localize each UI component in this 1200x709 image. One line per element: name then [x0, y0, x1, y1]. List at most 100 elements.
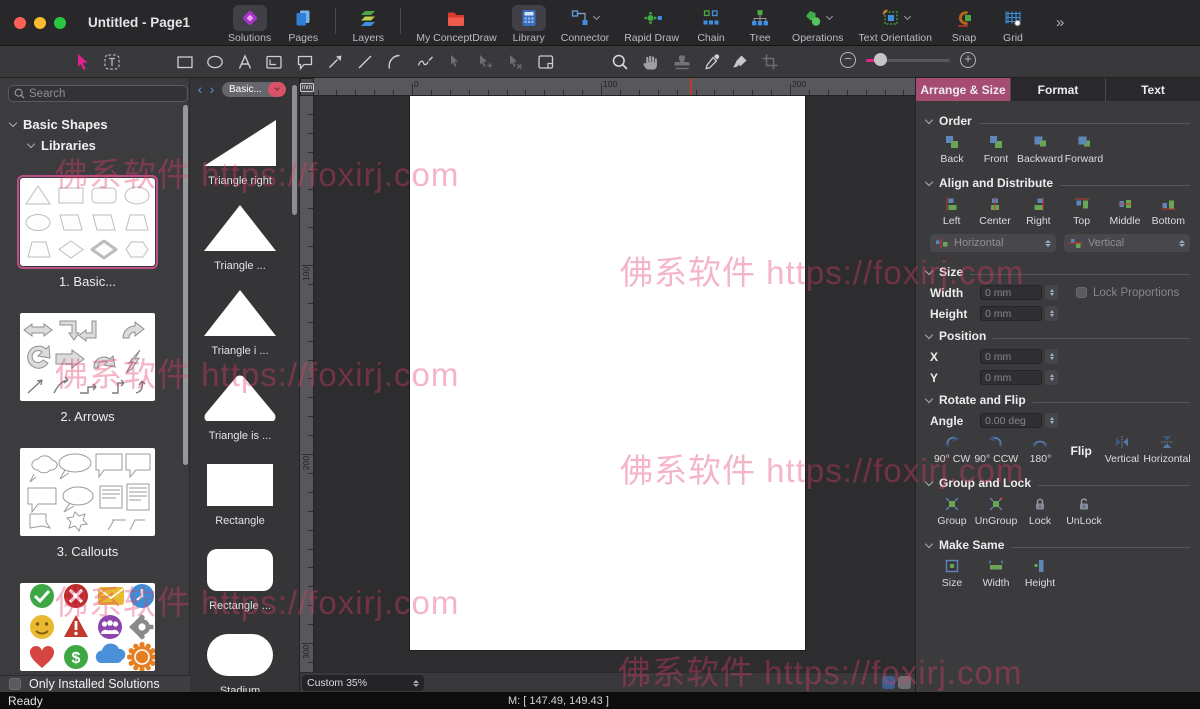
- sidebar-item-libraries[interactable]: Libraries: [28, 138, 96, 153]
- ruler-unit-box[interactable]: mm: [300, 78, 314, 96]
- center-button[interactable]: Center: [973, 196, 1016, 227]
- navigator-button[interactable]: [882, 676, 895, 689]
- vertical-dropdown[interactable]: Vertical: [1064, 234, 1190, 252]
- toolbar-item-tree[interactable]: Tree: [743, 3, 777, 44]
- tool-rectangle[interactable]: [173, 51, 197, 73]
- width-button[interactable]: Width: [974, 558, 1018, 589]
- bottom-button[interactable]: Bottom: [1147, 196, 1190, 227]
- section-header-order[interactable]: Order: [926, 111, 1190, 131]
- document-page[interactable]: [410, 96, 805, 650]
- ungroup-button[interactable]: UnGroup: [974, 496, 1018, 527]
- toolbar-item-library[interactable]: Library: [512, 3, 546, 44]
- library-item-2-arrows[interactable]: 2. Arrows: [20, 313, 155, 424]
- toolbar-item-pages[interactable]: Pages: [286, 3, 320, 44]
- toolbar-item-my-conceptdraw[interactable]: My ConceptDraw: [416, 3, 497, 44]
- toolbar-item-rapid-draw[interactable]: Rapid Draw: [624, 3, 679, 44]
- sidebar-item-basic-shapes[interactable]: Basic Shapes: [10, 117, 108, 132]
- section-header-rotate-and-flip[interactable]: Rotate and Flip: [926, 390, 1190, 410]
- unlock-button[interactable]: UnLock: [1062, 496, 1106, 527]
- library-next-button[interactable]: ›: [206, 82, 218, 96]
- angle-input[interactable]: 0.00 deg: [980, 413, 1042, 428]
- toolbar-item-operations[interactable]: Operations: [792, 3, 843, 44]
- stepper-control[interactable]: [1045, 370, 1058, 385]
- toolbar-item-solutions[interactable]: Solutions: [228, 3, 271, 44]
- 90-ccw-button[interactable]: 90° CCW: [974, 434, 1018, 465]
- 90-cw-button[interactable]: 90° CW: [930, 434, 974, 465]
- tool-format-brush[interactable]: [728, 51, 752, 73]
- zoom-slider[interactable]: [866, 59, 950, 62]
- zoom-out-button[interactable]: −: [840, 52, 856, 68]
- library-selector[interactable]: Basic...: [222, 82, 286, 97]
- x-input[interactable]: 0 mm: [980, 349, 1042, 364]
- tool-text[interactable]: [233, 51, 257, 73]
- toolbar-item-grid[interactable]: Grid: [996, 3, 1030, 44]
- tool-node-add[interactable]: [443, 51, 467, 73]
- back-button[interactable]: Back: [930, 134, 974, 165]
- horizontal-dropdown[interactable]: Horizontal: [930, 234, 1056, 252]
- toolbar-item-chain[interactable]: Chain: [694, 3, 728, 44]
- horizontal-button[interactable]: Horizontal: [1144, 434, 1190, 465]
- tool-crop[interactable]: [758, 51, 782, 73]
- shape-item-stadium[interactable]: Stadium: [190, 616, 290, 701]
- vertical-button[interactable]: Vertical: [1100, 434, 1144, 465]
- group-button[interactable]: Group: [930, 496, 974, 527]
- search-input[interactable]: [29, 88, 183, 100]
- zoom-in-button[interactable]: +: [960, 52, 976, 68]
- toolbar-item-text-orientation[interactable]: Text Orientation: [858, 3, 932, 44]
- shapes-scrollbar[interactable]: [292, 85, 297, 215]
- toolbar-item-connector[interactable]: Connector: [561, 3, 609, 44]
- tool-shape-tool[interactable]: [534, 51, 558, 73]
- shape-item-triangle-right[interactable]: Triangle right: [190, 106, 290, 191]
- minimize-window-button[interactable]: [34, 17, 46, 29]
- tab-text[interactable]: Text: [1106, 78, 1200, 101]
- drawing-viewport[interactable]: [314, 96, 915, 672]
- zoom-slider-knob[interactable]: [874, 53, 887, 66]
- toolbar-item-layers[interactable]: Layers: [351, 3, 385, 44]
- size-button[interactable]: Size: [930, 558, 974, 589]
- sidebar-scrollbar[interactable]: [183, 105, 188, 465]
- page-overview-button[interactable]: [898, 676, 911, 689]
- section-header-align-and-distribute[interactable]: Align and Distribute: [926, 173, 1190, 193]
- right-button[interactable]: Right: [1017, 196, 1060, 227]
- y-input[interactable]: 0 mm: [980, 370, 1042, 385]
- zoom-window-button[interactable]: [54, 17, 66, 29]
- section-header-make-same[interactable]: Make Same: [926, 535, 1190, 555]
- lock-button[interactable]: Lock: [1018, 496, 1062, 527]
- tool-select[interactable]: [70, 51, 94, 73]
- tool-freehand[interactable]: [413, 51, 437, 73]
- tool-node-plus[interactable]: [473, 51, 497, 73]
- tool-zoom-tool[interactable]: [608, 51, 632, 73]
- close-window-button[interactable]: [14, 17, 26, 29]
- backward-button[interactable]: Backward: [1018, 134, 1062, 165]
- stepper-control[interactable]: [1045, 413, 1058, 428]
- tool-pan[interactable]: [638, 51, 662, 73]
- toolbar-overflow-button[interactable]: »: [1056, 14, 1064, 31]
- tool-connector-draw[interactable]: [323, 51, 347, 73]
- lock-proportions-checkbox[interactable]: [1076, 287, 1087, 298]
- stepper-control[interactable]: [1045, 306, 1058, 321]
- middle-button[interactable]: Middle: [1103, 196, 1146, 227]
- only-installed-checkbox[interactable]: [9, 678, 21, 690]
- library-thumbnail-symbols[interactable]: $: [20, 583, 155, 671]
- tool-arc[interactable]: [383, 51, 407, 73]
- shape-item-rectangle[interactable]: Rectangle: [190, 446, 290, 531]
- stepper-control[interactable]: [1045, 349, 1058, 364]
- section-header-group-and-lock[interactable]: Group and Lock: [926, 473, 1190, 493]
- stepper-control[interactable]: [1045, 285, 1058, 300]
- tab-format[interactable]: Format: [1011, 78, 1106, 101]
- tool-ellipse[interactable]: [203, 51, 227, 73]
- tool-callout[interactable]: [293, 51, 317, 73]
- tool-line[interactable]: [353, 51, 377, 73]
- front-button[interactable]: Front: [974, 134, 1018, 165]
- shape-item-rectangle[interactable]: Rectangle ...: [190, 531, 290, 616]
- shape-item-triangle-is[interactable]: Triangle is ...: [190, 361, 290, 446]
- section-header-size[interactable]: Size: [926, 262, 1190, 282]
- tool-eyedropper[interactable]: [700, 51, 724, 73]
- library-item-1-basic[interactable]: 1. Basic...: [20, 178, 155, 289]
- top-button[interactable]: Top: [1060, 196, 1103, 227]
- left-button[interactable]: Left: [930, 196, 973, 227]
- tool-picture[interactable]: [262, 51, 286, 73]
- tool-stamp[interactable]: [670, 51, 694, 73]
- toolbar-item-snap[interactable]: Snap: [947, 3, 981, 44]
- width-input[interactable]: 0 mm: [980, 285, 1042, 300]
